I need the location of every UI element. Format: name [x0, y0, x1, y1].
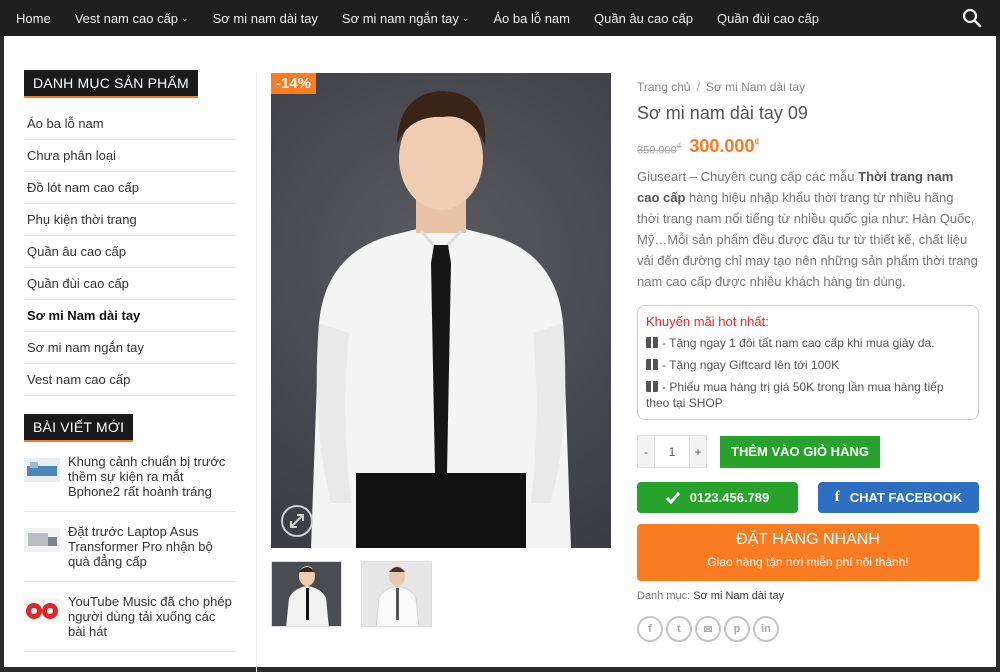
breadcrumb: Trang chủ / Sơ mi Nam dài tay [637, 80, 806, 94]
product-category-link[interactable]: Sơ mi Nam dài tay [693, 590, 784, 602]
nav-item-vest[interactable]: Vest nam cao cấp ⌄ [63, 11, 201, 26]
recent-posts-widget: BÀI VIẾT MỚI Khung cảnh chuẩn bị trước t… [24, 414, 236, 652]
nav-label: Sơ mi nam dài tay [212, 10, 318, 26]
breadcrumb-category[interactable]: Sơ mi Nam dài tay [706, 80, 805, 94]
add-to-cart-button[interactable]: THÊM VÀO GIỎ HÀNG [720, 435, 880, 468]
breadcrumb-home[interactable]: Trang chủ [637, 80, 691, 94]
linkedin-icon[interactable]: in [753, 616, 779, 642]
category-item[interactable]: Quần đùi cao cấp [24, 268, 236, 300]
product-title: Sơ mi nam dài tay 09 [637, 103, 808, 123]
category-item[interactable]: Quần âu cao cấp [24, 236, 236, 268]
product-category-line: Danh mục: Sơ mi Nam dài tay [637, 590, 785, 602]
facebook-icon[interactable]: f [637, 616, 663, 642]
column-divider [256, 72, 257, 672]
recent-posts-title: BÀI VIẾT MỚI [24, 414, 134, 442]
post-thumbnail[interactable] [24, 528, 60, 552]
price-block: 350.000₫ 300.000₫ [637, 136, 979, 157]
quantity-input[interactable]: 1 [654, 436, 690, 467]
cart-row: - 1 + THÊM VÀO GIỎ HÀNG [637, 435, 979, 468]
category-item[interactable]: Đồ lót nam cao cấp [24, 172, 236, 204]
recent-post-item[interactable]: Đặt trước Laptop Asus Transformer Pro nh… [24, 512, 236, 582]
nav-item-home[interactable]: Home [0, 11, 63, 26]
category-item[interactable]: Phụ kiện thời trang [24, 204, 236, 236]
category-item[interactable]: Vest nam cao cấp [24, 364, 236, 396]
post-title[interactable]: YouTube Music đã cho phép người dùng tải… [68, 594, 236, 639]
phone-number: 0123.456.789 [689, 490, 770, 505]
nav-item-so-mi-dai-tay[interactable]: Sơ mi nam dài tay [201, 11, 330, 26]
nav-item-quan-dui[interactable]: Quần đùi cao cấp [705, 11, 831, 26]
post-thumbnail[interactable] [24, 598, 60, 622]
quick-order-label: ĐẶT HÀNG NHANH [736, 531, 880, 548]
sale-badge: -14% [271, 73, 317, 94]
chat-facebook-label: CHAT FACEBOOK [849, 490, 963, 505]
category-item[interactable]: Áo ba lỗ nam [24, 108, 236, 140]
sale-price: 300.000₫ [689, 136, 760, 156]
nav-item-so-mi-ngan-tay[interactable]: Sơ mi nam ngắn tay ⌄ [330, 11, 481, 26]
gift-icon [646, 337, 658, 348]
model-illustration [311, 91, 571, 548]
old-price: 350.000₫ [637, 141, 682, 157]
email-icon[interactable]: ✉ [695, 616, 721, 642]
nav-label: Vest nam cao cấp [74, 10, 179, 26]
promotion-title: Khuyến mãi hot nhất: [646, 314, 769, 329]
product-thumbnails [271, 561, 432, 627]
categories-widget-title: DANH MỤC SẢN PHẨM [24, 70, 198, 98]
nav-item-quan-au[interactable]: Quần âu cao cấp [582, 11, 705, 26]
top-navigation: Home Vest nam cao cấp ⌄ Sơ mi nam dài tay… [0, 0, 1000, 36]
chevron-down-icon: ⌄ [181, 12, 189, 23]
facebook-icon: f [834, 489, 840, 505]
phone-button[interactable]: 0123.456.789 [637, 482, 798, 513]
page-content: DANH MỤC SẢN PHẨM Áo ba lỗ nam Chưa phân… [4, 36, 996, 672]
recent-post-item[interactable]: YouTube Music đã cho phép người dùng tải… [24, 582, 236, 652]
quantity-minus-button[interactable]: - [638, 436, 654, 467]
quick-order-sublabel: Giao hàng tận nơi miễn phí nội thành! [707, 555, 909, 569]
search-icon[interactable] [962, 8, 982, 28]
quantity-stepper: - 1 + [637, 435, 707, 468]
category-item-active[interactable]: Sơ mi Nam dài tay [24, 300, 236, 332]
sidebar: DANH MỤC SẢN PHẨM Áo ba lỗ nam Chưa phân… [24, 70, 236, 652]
quantity-plus-button[interactable]: + [690, 436, 706, 467]
promotion-item: - Tặng ngay Giftcard lên tới 100K [646, 357, 970, 373]
category-item[interactable]: Chưa phân loại [24, 140, 236, 172]
post-title[interactable]: Khung cảnh chuẩn bị trước thềm sự kiện r… [68, 454, 236, 499]
share-icons: f t ✉ p in [637, 616, 979, 642]
nav-label: Quần đùi cao cấp [717, 10, 819, 26]
promotion-item: - Tặng ngay 1 đôi tất nam cao cấp khi mu… [646, 335, 970, 351]
post-title[interactable]: Đặt trước Laptop Asus Transformer Pro nh… [68, 524, 236, 569]
nav-label: Home [16, 10, 51, 26]
recent-post-item[interactable]: Khung cảnh chuẩn bị trước thềm sự kiện r… [24, 442, 236, 512]
quick-order-button[interactable]: ĐẶT HÀNG NHANH Giao hàng tận nơi miễn ph… [637, 524, 979, 581]
product-summary: Trang chủ / Sơ mi Nam dài tay Sơ mi nam dà… [637, 80, 979, 642]
pinterest-icon[interactable]: p [724, 616, 750, 642]
category-item[interactable]: Sơ mi nam ngắn tay [24, 332, 236, 364]
category-list: Áo ba lỗ nam Chưa phân loại Đồ lót nam c… [24, 108, 236, 396]
chevron-down-icon: ⌄ [461, 12, 470, 23]
nav-label: Áo ba lỗ nam [493, 10, 570, 26]
product-main-image[interactable] [271, 73, 611, 548]
thumbnail-image[interactable] [361, 561, 432, 627]
promotion-item: - Phiếu mua hàng trị giá 50K trong lần m… [646, 380, 944, 410]
nav-item-ao-ba-lo[interactable]: Áo ba lỗ nam [481, 11, 582, 26]
thumbnail-image[interactable] [271, 561, 342, 627]
nav-label: Quần âu cao cấp [594, 10, 694, 26]
post-thumbnail[interactable] [24, 458, 60, 482]
nav-label: Sơ mi nam ngắn tay [341, 10, 459, 26]
product-description: Giuseart – Chuyên cung cấp các mẫu Thời … [637, 169, 978, 289]
chat-facebook-button[interactable]: f CHAT FACEBOOK [818, 482, 979, 513]
twitter-icon[interactable]: t [666, 616, 692, 642]
gift-icon [646, 381, 658, 392]
promotion-box: Khuyến mãi hot nhất: - Tặng ngay 1 đôi t… [637, 305, 979, 420]
contact-buttons: 0123.456.789 f CHAT FACEBOOK [637, 482, 979, 513]
zoom-icon[interactable] [281, 505, 313, 537]
check-icon [665, 491, 680, 504]
gift-icon [646, 359, 658, 370]
